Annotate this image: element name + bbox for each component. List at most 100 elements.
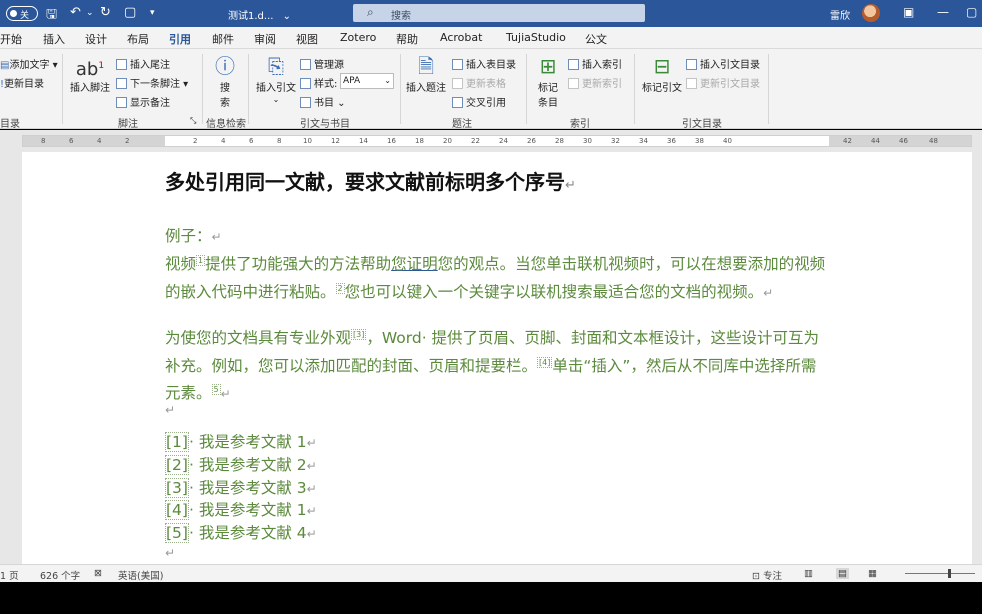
cross-reference-label: 交叉引用 [466, 98, 506, 109]
autosave-toggle[interactable]: 关 [6, 6, 38, 21]
document-page[interactable]: 多处引用同一文献，要求文献前标明多个序号 ↵ 例子：↵ 视频 1 提供了功能强大的方法… [22, 152, 972, 564]
show-notes-icon [116, 97, 127, 108]
reference-number[interactable]: [1] [165, 432, 189, 452]
group-divider [400, 54, 401, 124]
read-mode-icon[interactable]: ▥ [804, 568, 813, 579]
dialog-launcher-icon[interactable]: ⤡ [190, 116, 196, 126]
maximize-icon[interactable]: ▢ [966, 5, 977, 19]
reference-number[interactable]: [2] [165, 455, 189, 475]
show-notes-button[interactable]: 显示备注 [116, 94, 170, 109]
footnote-icon: ab1 [68, 53, 112, 80]
citation-marker[interactable]: 2 [335, 282, 345, 294]
document-title[interactable]: 测试1.d... ⌄ [228, 7, 291, 22]
group-divider [526, 54, 527, 124]
customize-icon[interactable]: ▾ [150, 8, 155, 18]
mark-entry-button[interactable]: ⊞ 标记 条目 [532, 53, 564, 109]
undo-dropdown-icon[interactable]: ⌄ [86, 8, 94, 18]
citation-marker[interactable]: [3] [351, 329, 367, 340]
status-bar: 1 页 626 个字 ⊠ 英语(美国) ⊡ 专注 ▥ ▤ ▦ [0, 564, 982, 582]
horizontal-ruler[interactable]: 8 6 4 2 2 4 6 8 10 12 14 16 18 20 22 24 … [0, 130, 982, 152]
manage-sources-button[interactable]: 管理源 [300, 56, 344, 71]
reference-number[interactable]: [3] [165, 478, 189, 498]
print-layout-icon[interactable]: ▤ [836, 568, 849, 579]
ruler-number: 34 [639, 137, 648, 145]
add-text-button[interactable]: ▤添加文字 ▾ [0, 56, 58, 71]
ruler-number: 48 [929, 137, 938, 145]
insert-toa-button[interactable]: 插入引文目录 [686, 56, 760, 71]
paragraph-1: 视频 1 提供了功能强大的方法帮助您证明您的观点。当您单击联机视频时，可以在想要添加… [165, 249, 831, 305]
citation-style-select[interactable]: APA ⌄ [340, 73, 394, 89]
focus-button[interactable]: ⊡ 专注 [752, 568, 782, 582]
heading-text: 多处引用同一文献，要求文献前标明多个序号 [165, 170, 565, 194]
tab-help[interactable]: 帮助 [396, 31, 418, 47]
tab-home[interactable]: 开始 [0, 31, 22, 47]
insert-index-button[interactable]: 插入索引 [568, 56, 622, 71]
cross-reference-icon [452, 97, 463, 108]
tab-mailings[interactable]: 邮件 [212, 31, 234, 47]
next-footnote-button[interactable]: 下一条脚注 ▾ [116, 75, 188, 90]
zoom-slider[interactable] [905, 573, 975, 574]
insert-table-of-figures-button[interactable]: 插入表目录 [452, 56, 516, 71]
update-index-button[interactable]: 更新索引 [568, 75, 622, 90]
search-box[interactable]: ⌕ 搜索 [353, 4, 645, 22]
insert-endnote-button[interactable]: 插入尾注 [116, 56, 170, 71]
reference-text: · 我是参考文献 1 [188, 433, 307, 451]
save-icon[interactable]: 🖫 [46, 5, 57, 27]
avatar[interactable] [862, 4, 880, 22]
ruler-number: 38 [695, 137, 704, 145]
tab-references[interactable]: 引用 [169, 31, 191, 52]
update-toa-button[interactable]: 更新引文目录 [686, 75, 760, 90]
mark-citation-button[interactable]: ⊟ 标记引文 [640, 53, 684, 94]
para1-text-a: 视频 [165, 255, 197, 274]
search-button[interactable]: ⓘ 搜 索 [207, 53, 243, 109]
empty-paragraph: ↵ [165, 397, 831, 423]
group-divider [768, 54, 769, 124]
undo-icon[interactable]: ↶ [70, 5, 81, 20]
ribbon-display-icon[interactable]: ▣ [903, 5, 914, 19]
group-divider [248, 54, 249, 124]
page-count[interactable]: 1 页 [0, 568, 19, 582]
tab-design[interactable]: 设计 [85, 31, 107, 47]
citation-marker[interactable]: 5 [211, 384, 221, 396]
tab-view[interactable]: 视图 [296, 31, 318, 47]
paragraph-mark: ↵ [306, 482, 317, 496]
ruler-number: 32 [611, 137, 620, 145]
paragraph-2: 为使您的文档具有专业外观 [3] ，Word· 提供了页眉、页脚、封面和文本框设计，… [165, 323, 831, 407]
reference-text: · 我是参考文献 3 [188, 479, 307, 497]
style-label-text: 样式: [314, 79, 338, 90]
insert-footnote-button[interactable]: ab1 插入脚注 [68, 53, 112, 94]
tab-zotero[interactable]: Zotero [340, 31, 376, 44]
tab-gongwen[interactable]: 公文 [585, 31, 607, 47]
tab-review[interactable]: 审阅 [254, 31, 276, 47]
minimize-icon[interactable]: — [937, 5, 949, 19]
update-table-button[interactable]: 更新表格 [452, 75, 506, 90]
reference-number[interactable]: [4] [165, 500, 189, 520]
group-label-footnotes: 脚注 [118, 119, 138, 130]
language[interactable]: 英语(美国) [118, 568, 163, 582]
add-text-label: 添加文字 [9, 60, 50, 71]
cross-reference-button[interactable]: 交叉引用 [452, 94, 506, 109]
proofing-icon[interactable]: ⊠ [94, 568, 102, 579]
user-name[interactable]: 雷欣 [830, 7, 850, 22]
reference-number[interactable]: [5] [165, 523, 189, 543]
redo-icon[interactable]: ↻ [100, 5, 111, 20]
tab-tujiastudio[interactable]: TujiaStudio [506, 31, 566, 44]
word-count[interactable]: 626 个字 [40, 568, 80, 582]
insert-citation-button[interactable]: ⎘ 插入引文 ⌄ [254, 53, 298, 105]
example-label: 例子：↵ [165, 224, 831, 250]
list-item: [5]· 我是参考文献 4↵ [165, 521, 317, 543]
tab-acrobat[interactable]: Acrobat [440, 31, 482, 44]
tab-layout[interactable]: 布局 [127, 31, 149, 47]
bibliography-button[interactable]: 书目 ⌄ [300, 94, 346, 109]
paragraph-mark: ↵ [306, 504, 317, 518]
citation-marker[interactable]: 1 [196, 255, 206, 266]
new-document-icon[interactable]: ▢ [124, 5, 136, 20]
citation-marker[interactable]: [4] [537, 356, 553, 368]
insert-caption-button[interactable]: 🗎 插入题注 [404, 53, 448, 94]
update-toc-button[interactable]: !更新目录 [0, 75, 44, 90]
zoom-slider-thumb[interactable] [948, 569, 951, 578]
web-layout-icon[interactable]: ▦ [868, 568, 877, 579]
tab-insert[interactable]: 插入 [43, 31, 65, 47]
insert-citation-icon: ⎘ [268, 54, 284, 78]
paragraph-mark: ↵ [306, 527, 317, 541]
